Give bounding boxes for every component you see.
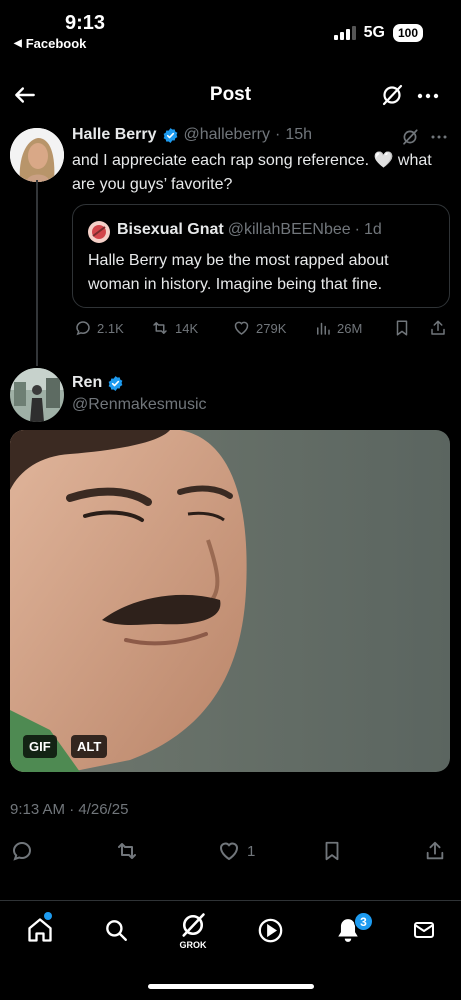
quote-author-handle: @killahBEENbee xyxy=(227,221,351,238)
separator-dot: · xyxy=(354,221,360,238)
heart-icon xyxy=(234,321,249,335)
tweet-header: Halle Berry @halleberry · 15h xyxy=(72,126,312,144)
nav-messages[interactable] xyxy=(411,918,437,942)
avatar-ren[interactable] xyxy=(10,368,64,422)
avatar-image xyxy=(88,221,110,243)
avatar-image xyxy=(10,368,64,422)
grok-button[interactable] xyxy=(380,83,404,107)
like-count: 279K xyxy=(256,320,287,336)
mail-icon xyxy=(414,922,434,938)
home-icon xyxy=(28,918,52,942)
home-unread-dot xyxy=(44,912,52,920)
reply-count: 2.1K xyxy=(97,320,124,336)
nav-video[interactable] xyxy=(257,917,284,944)
repost-count: 14K xyxy=(175,320,199,336)
status-indicators: 5G 100 xyxy=(333,24,423,42)
quote-header: Bisexual Gnat @killahBEENbee · 1d xyxy=(117,221,382,239)
tweet-grok-button[interactable] xyxy=(401,128,419,146)
reply-author: Ren xyxy=(72,374,124,392)
views-count: 26M xyxy=(337,320,363,336)
reply-author-name[interactable]: Ren xyxy=(72,374,102,392)
quote-time: 1d xyxy=(364,221,382,238)
author-name[interactable]: Halle Berry xyxy=(72,126,157,144)
back-app-label: Facebook xyxy=(25,36,87,51)
views-chart-icon xyxy=(317,322,330,335)
status-time: 9:13 xyxy=(64,12,106,34)
share-button[interactable] xyxy=(424,839,446,863)
nav-grok[interactable]: GROK xyxy=(178,911,208,950)
grok-icon xyxy=(403,129,418,145)
more-options-button[interactable] xyxy=(416,84,440,108)
quote-text: Halle Berry may be the most rapped about… xyxy=(88,252,389,293)
heart-icon xyxy=(219,842,239,861)
back-triangle-icon: ◀ xyxy=(14,38,22,49)
avatar-image xyxy=(10,128,64,182)
grok-icon xyxy=(182,913,205,937)
tweet-more-button[interactable] xyxy=(430,130,448,144)
avatar-bisexual-gnat xyxy=(88,221,110,243)
like-button[interactable]: 279K xyxy=(232,319,286,337)
reply-author-handle[interactable]: @Renmakesmusic xyxy=(72,396,207,414)
bookmark-icon xyxy=(325,841,339,861)
gif-image xyxy=(10,430,450,772)
bookmark-button[interactable] xyxy=(393,319,411,337)
thread-line xyxy=(36,180,38,366)
bookmark-icon xyxy=(396,320,408,336)
alt-text-button[interactable]: ALT xyxy=(71,735,108,758)
grok-icon xyxy=(382,84,403,106)
tweet-actions: 2.1K 14K 279K 26M xyxy=(74,316,450,340)
signal-icon xyxy=(333,26,356,40)
nav-home[interactable] xyxy=(26,916,54,944)
reply-button[interactable] xyxy=(10,839,34,863)
quote-author-name: Bisexual Gnat xyxy=(117,221,224,238)
nav-search[interactable] xyxy=(103,917,129,943)
verified-badge-icon xyxy=(108,375,123,391)
views-button[interactable]: 26M xyxy=(314,319,362,337)
share-button[interactable] xyxy=(429,319,447,337)
notifications-badge: 3 xyxy=(354,912,373,931)
reply-button[interactable]: 2.1K xyxy=(74,319,124,337)
network-label: 5G xyxy=(363,24,385,41)
reply-actions: 1 xyxy=(10,838,450,864)
quote-tweet[interactable]: Bisexual Gnat @killahBEENbee · 1d Halle … xyxy=(72,204,450,308)
reply-icon xyxy=(76,321,90,336)
more-icon xyxy=(431,135,447,139)
repost-icon xyxy=(118,843,136,859)
share-icon xyxy=(431,320,445,335)
tweet-text: and I appreciate each rap song reference… xyxy=(72,152,432,193)
reply-icon xyxy=(12,841,32,861)
post-timestamp: 9:13 AM · 4/26/25 xyxy=(10,801,129,818)
like-button[interactable]: 1 xyxy=(216,839,255,863)
author-handle[interactable]: @halleberry xyxy=(184,126,271,144)
verified-badge-icon xyxy=(163,127,177,143)
search-icon xyxy=(106,920,127,941)
reply-gif-media[interactable]: GIF ALT xyxy=(10,430,450,772)
bookmark-button[interactable] xyxy=(321,839,343,863)
repost-button[interactable]: 14K xyxy=(150,319,198,337)
grok-label: GROK xyxy=(179,940,207,950)
home-indicator xyxy=(148,984,314,989)
avatar-halle-berry[interactable] xyxy=(10,128,64,182)
back-to-app-link[interactable]: ◀ Facebook xyxy=(14,36,86,51)
play-circle-icon xyxy=(258,918,283,943)
like-count: 1 xyxy=(247,842,256,860)
more-icon xyxy=(417,93,439,99)
repost-icon xyxy=(153,322,167,334)
separator-dot: · xyxy=(275,126,281,143)
battery-indicator: 100 xyxy=(392,24,423,42)
repost-button[interactable] xyxy=(114,839,140,863)
gif-badge: GIF xyxy=(23,735,57,758)
share-icon xyxy=(426,841,444,860)
tweet-time[interactable]: 15h xyxy=(285,126,312,144)
